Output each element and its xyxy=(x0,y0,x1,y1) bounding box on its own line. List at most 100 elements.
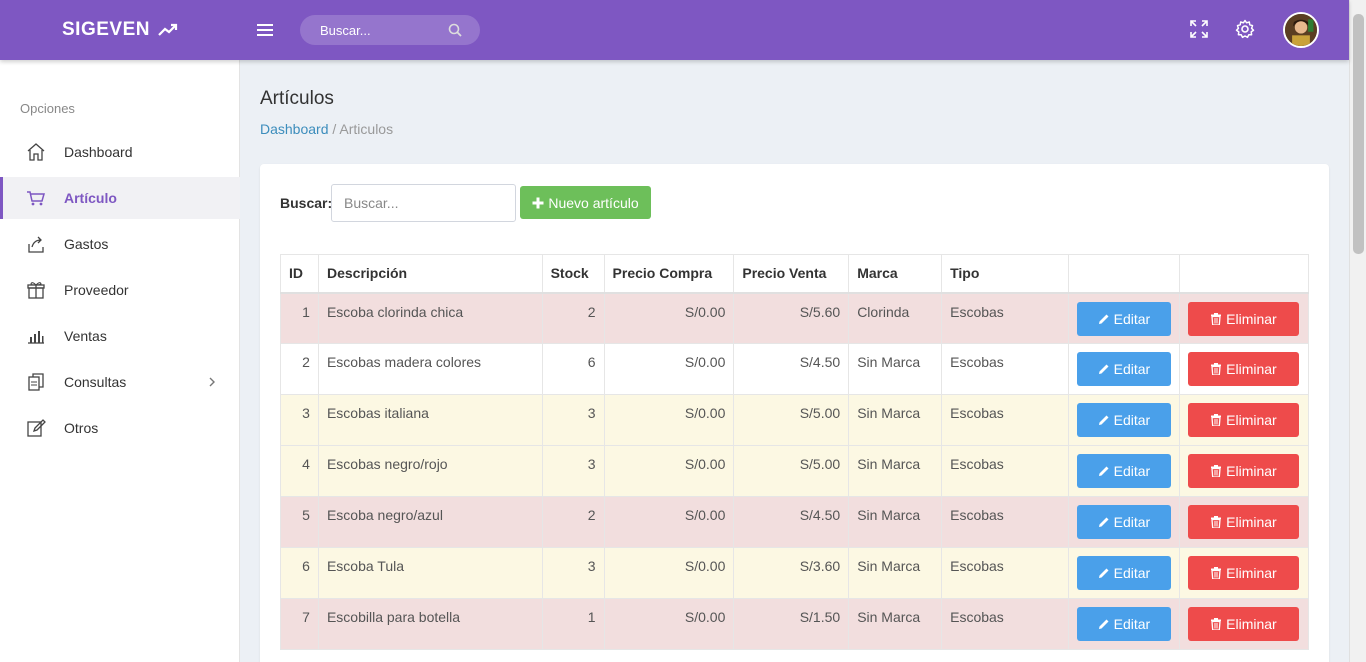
header-search-input[interactable] xyxy=(320,22,440,38)
avatar-image-icon xyxy=(1285,14,1317,46)
header-search xyxy=(300,15,480,45)
column-header-precio-venta[interactable]: Precio Venta xyxy=(733,254,850,294)
delete-button[interactable]: Eliminar xyxy=(1187,505,1299,539)
sidebar-item-label: Consultas xyxy=(64,374,127,390)
trash-icon xyxy=(1211,414,1222,426)
cell-edit: Editar xyxy=(1067,343,1180,395)
cell-delete: Eliminar xyxy=(1178,343,1310,395)
cell-delete: Eliminar xyxy=(1178,394,1310,446)
cell-edit: Editar xyxy=(1067,598,1180,650)
edit-label: Editar xyxy=(1113,463,1151,479)
cell-edit: Editar xyxy=(1067,496,1180,548)
cell-precio-venta: S/5.00 xyxy=(733,394,850,446)
edit-button[interactable]: Editar xyxy=(1076,403,1171,437)
delete-label: Eliminar xyxy=(1226,361,1277,377)
sidebar-item-consultas[interactable]: Consultas xyxy=(0,361,240,403)
cell-precio-venta: S/5.00 xyxy=(733,445,850,497)
pencil-icon xyxy=(1098,568,1109,578)
cell-precio-compra: S/0.00 xyxy=(603,343,735,395)
page-scrollbar[interactable] xyxy=(1349,0,1366,662)
pencil-icon xyxy=(1098,466,1109,476)
page-title: Artículos xyxy=(260,88,334,109)
column-header-descripcion[interactable]: Descripción xyxy=(317,254,543,294)
edit-label: Editar xyxy=(1113,361,1151,377)
column-header-tipo[interactable]: Tipo xyxy=(941,254,1069,294)
table-row: 7 Escobilla para botella 1 S/0.00 S/1.50 Sin … xyxy=(280,598,1310,650)
copy-icon xyxy=(28,373,44,391)
cell-tipo: Escobas xyxy=(941,598,1069,650)
brand-name: SIGEVEN xyxy=(62,19,150,40)
sidebar-item-otros[interactable]: Otros xyxy=(0,407,240,449)
cell-marca: Sin Marca xyxy=(848,496,943,548)
sidebar-item-proveedor[interactable]: Proveedor xyxy=(0,269,240,311)
breadcrumb-current: Articulos xyxy=(339,121,394,137)
cell-stock: 3 xyxy=(541,445,605,497)
delete-button[interactable]: Eliminar xyxy=(1187,352,1299,386)
cell-id: 6 xyxy=(280,547,319,599)
cell-id: 3 xyxy=(280,394,319,446)
cell-precio-venta: S/1.50 xyxy=(733,598,850,650)
plus-icon xyxy=(532,197,544,208)
delete-button[interactable]: Eliminar xyxy=(1187,454,1299,488)
edit-button[interactable]: Editar xyxy=(1076,607,1171,641)
cell-precio-venta: S/3.60 xyxy=(733,547,850,599)
sidebar-item-articulo[interactable]: Artículo xyxy=(0,177,240,219)
pencil-icon xyxy=(1098,415,1109,425)
edit-button[interactable]: Editar xyxy=(1076,352,1171,386)
delete-button[interactable]: Eliminar xyxy=(1187,301,1299,336)
cell-id: 2 xyxy=(280,343,319,395)
sidebar-item-label: Dashboard xyxy=(64,144,133,160)
share-icon xyxy=(28,236,44,253)
table-row: 6 Escoba Tula 3 S/0.00 S/3.60 Sin Marca Escoba… xyxy=(280,547,1310,599)
articles-table: ID Descripción Stock Precio Compra Preci… xyxy=(280,254,1310,650)
column-header-id[interactable]: ID xyxy=(280,254,319,294)
cell-marca: Clorinda xyxy=(848,292,943,344)
gift-icon xyxy=(27,282,45,299)
column-header-stock[interactable]: Stock xyxy=(541,254,605,294)
chevron-right-icon xyxy=(209,377,215,387)
delete-label: Eliminar xyxy=(1226,616,1277,632)
cell-descripcion: Escoba negro/azul xyxy=(317,496,543,548)
trash-icon xyxy=(1211,567,1222,579)
article-search-input[interactable] xyxy=(331,184,516,222)
delete-button[interactable]: Eliminar xyxy=(1187,556,1299,590)
trash-icon xyxy=(1211,465,1222,477)
edit-button[interactable]: Editar xyxy=(1076,505,1171,539)
cell-tipo: Escobas xyxy=(941,445,1069,497)
delete-label: Eliminar xyxy=(1226,514,1277,530)
cell-edit: Editar xyxy=(1067,292,1180,344)
brand-logo[interactable]: SIGEVEN xyxy=(62,19,178,41)
edit-button[interactable]: Editar xyxy=(1076,301,1171,336)
edit-button[interactable]: Editar xyxy=(1076,556,1171,590)
sidebar-item-ventas[interactable]: Ventas xyxy=(0,315,240,357)
cell-precio-venta: S/4.50 xyxy=(733,343,850,395)
edit-button[interactable]: Editar xyxy=(1076,454,1171,488)
new-article-label: Nuevo artículo xyxy=(548,194,639,211)
sidebar-item-gastos[interactable]: Gastos xyxy=(0,223,240,265)
sidebar-item-label: Proveedor xyxy=(64,282,129,298)
user-avatar[interactable] xyxy=(1283,12,1319,48)
home-icon xyxy=(27,143,45,161)
breadcrumb-link-dashboard[interactable]: Dashboard xyxy=(260,121,329,137)
settings-gear-icon[interactable] xyxy=(1234,18,1256,40)
column-header-precio-compra[interactable]: Precio Compra xyxy=(603,254,735,294)
fullscreen-icon[interactable] xyxy=(1188,18,1210,40)
sidebar-item-dashboard[interactable]: Dashboard xyxy=(0,131,240,173)
search-label: Buscar: xyxy=(280,195,333,211)
table-header-row: ID Descripción Stock Precio Compra Preci… xyxy=(280,254,1310,294)
bar-chart-icon xyxy=(28,331,44,344)
search-icon[interactable] xyxy=(448,23,462,37)
scrollbar-thumb[interactable] xyxy=(1353,14,1364,254)
sidebar-item-label: Gastos xyxy=(64,236,109,252)
menu-toggle-icon[interactable] xyxy=(256,22,274,38)
trash-icon xyxy=(1211,618,1222,630)
cell-descripcion: Escobas negro/rojo xyxy=(317,445,543,497)
cell-marca: Sin Marca xyxy=(848,343,943,395)
sidebar-item-label: Otros xyxy=(64,420,99,436)
column-header-marca[interactable]: Marca xyxy=(848,254,943,294)
table-row: 5 Escoba negro/azul 2 S/0.00 S/4.50 Sin Marca… xyxy=(280,496,1310,548)
new-article-button[interactable]: Nuevo artículo xyxy=(520,186,651,219)
delete-button[interactable]: Eliminar xyxy=(1187,403,1299,437)
trending-up-icon xyxy=(158,23,178,36)
delete-button[interactable]: Eliminar xyxy=(1187,607,1299,641)
